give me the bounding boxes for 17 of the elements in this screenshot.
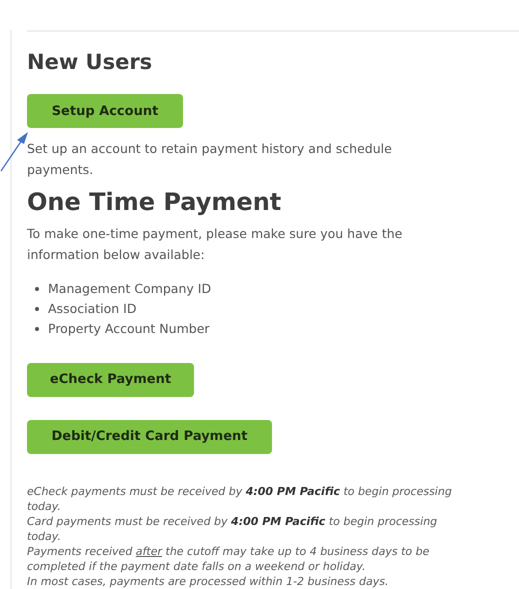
list-item: Association ID (48, 300, 136, 317)
list-item: Property Account Number (48, 320, 210, 337)
payment-button[interactable]: Debit/Credit Card Payment (27, 420, 272, 454)
bullet-icon (35, 286, 39, 291)
section-heading: One Time Payment (27, 188, 282, 217)
intro-text: To make one-time payment, please make sure you have the information below available: (27, 224, 404, 264)
note-text: eCheck payments must be received by 4:00 PM Pacific to begin processing today. (27, 484, 453, 514)
bullet-icon (35, 326, 39, 331)
setup-account-button[interactable]: Setup Account (27, 94, 183, 128)
payment-button[interactable]: eCheck Payment (27, 362, 194, 397)
description-text: Set up an account to retain payment history and schedule payments. (27, 140, 393, 180)
note-text: Payments received after the cutoff may take up to 4 business days to be completed if the payment date falls on a weekend or holiday. (27, 544, 430, 574)
note-text: Card payments must be received by 4:00 PM Pacific to begin processing today. (27, 514, 438, 544)
list-item: Management Company ID (48, 280, 212, 297)
bullet-icon (35, 306, 39, 311)
section-heading: New Users (27, 50, 154, 76)
note-text: In most cases, payments are processed within 1-2 business days. (27, 574, 390, 589)
